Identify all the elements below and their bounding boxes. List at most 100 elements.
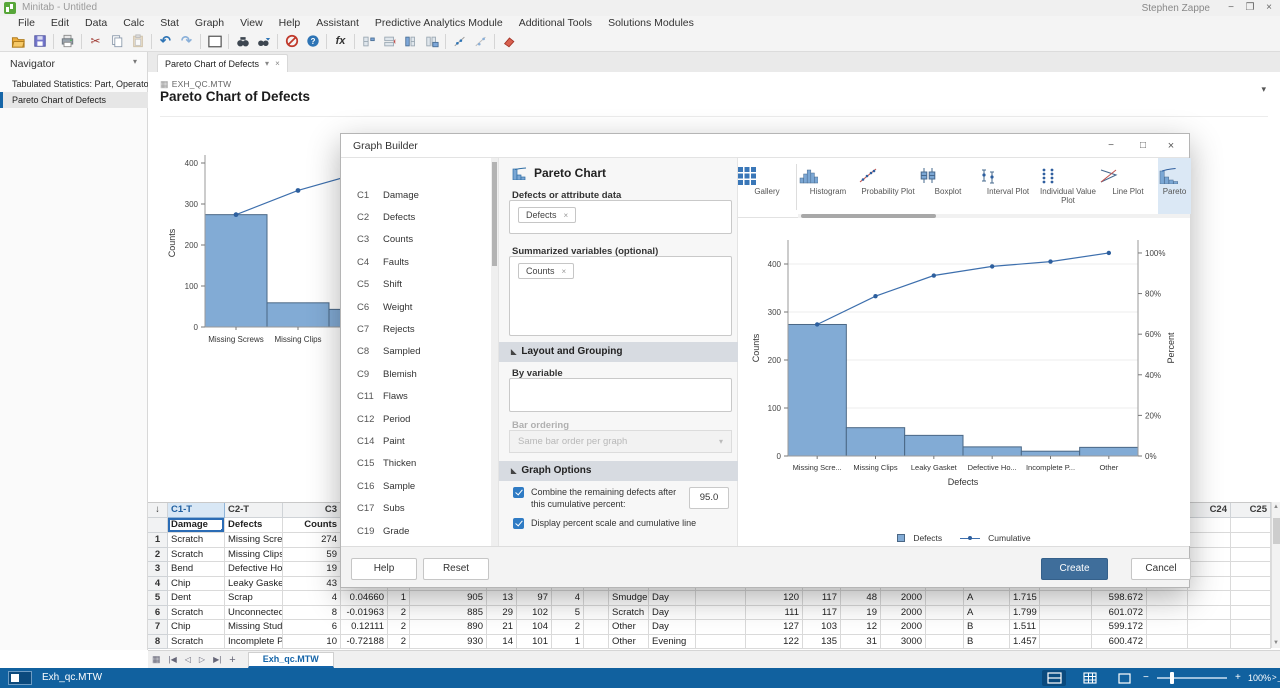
column-item-c7[interactable]: C7Rejects (341, 318, 491, 340)
column-item-c1[interactable]: C1Damage (341, 184, 491, 206)
cell[interactable]: Missing Clips (225, 548, 283, 563)
cell[interactable]: Leaky Gasket (225, 577, 283, 592)
gallery-tab-boxplot[interactable]: Boxplot (918, 158, 978, 214)
cell[interactable]: Other (609, 635, 649, 650)
column-header[interactable]: C3 (283, 503, 341, 518)
insert-columns-icon[interactable] (400, 32, 421, 51)
cell[interactable]: 4 (552, 591, 584, 606)
dialog-minimize-icon[interactable]: − (1101, 138, 1121, 154)
cell[interactable]: Missing Screws (225, 533, 283, 548)
minimize-button[interactable]: − (1222, 1, 1240, 15)
scroll-down-icon[interactable]: ▼ (1272, 640, 1280, 646)
menu-stat[interactable]: Stat (152, 16, 187, 31)
chip-counts[interactable]: Counts× (518, 263, 574, 279)
open-icon[interactable] (8, 32, 29, 51)
menu-predictive-analytics-module[interactable]: Predictive Analytics Module (367, 16, 511, 31)
zoom-out-icon[interactable]: − (1143, 672, 1149, 683)
cell[interactable]: 59 (283, 548, 341, 563)
cell[interactable]: 3 (148, 562, 168, 577)
cell[interactable]: Scratch (168, 548, 225, 563)
cell[interactable]: 43 (283, 577, 341, 592)
cell[interactable]: 104 (517, 620, 552, 635)
cumulative-percent-input[interactable]: 95.0 (689, 487, 729, 509)
cell[interactable]: Day (649, 620, 696, 635)
cell[interactable] (1188, 518, 1231, 533)
zoom-in-icon[interactable]: + (1235, 672, 1241, 683)
insert-formula-icon[interactable]: fx (330, 32, 351, 51)
navigator-dropdown-icon[interactable]: ▾ (133, 57, 137, 66)
cell[interactable] (148, 518, 168, 533)
copy-icon[interactable] (106, 32, 127, 51)
cell[interactable]: 12 (841, 620, 881, 635)
gallery-tab-histogram[interactable]: Histogram (798, 158, 858, 214)
find-replace-icon[interactable] (253, 32, 274, 51)
cell[interactable]: 1 (388, 591, 410, 606)
save-icon[interactable] (29, 32, 50, 51)
gallery-tab-line-plot[interactable]: Line Plot (1098, 158, 1158, 214)
tab-chevron-down-icon[interactable]: ▾ (265, 59, 269, 68)
cell[interactable]: Day (649, 591, 696, 606)
cell[interactable] (1188, 606, 1231, 621)
select-points-icon[interactable] (470, 32, 491, 51)
column-header[interactable]: C1-T (168, 503, 225, 518)
create-button[interactable]: Create (1041, 558, 1108, 580)
cell[interactable]: -0.72188 (341, 635, 388, 650)
cell[interactable]: 19 (841, 606, 881, 621)
menu-edit[interactable]: Edit (43, 16, 77, 31)
column-item-c16[interactable]: C16Sample (341, 475, 491, 497)
cell[interactable] (1188, 533, 1231, 548)
cell[interactable]: Dent (168, 591, 225, 606)
zoom-level[interactable]: 100% (1248, 673, 1271, 683)
cell[interactable]: 2 (388, 606, 410, 621)
cell[interactable]: 1 (552, 635, 584, 650)
cell[interactable]: A (964, 591, 1010, 606)
cell[interactable] (1231, 518, 1271, 533)
column-item-c12[interactable]: C12Period (341, 408, 491, 430)
zoom-slider-track[interactable] (1157, 677, 1227, 679)
cell[interactable]: 599.172 (1092, 620, 1147, 635)
cell[interactable] (1231, 620, 1271, 635)
cell[interactable] (1147, 635, 1188, 650)
first-worksheet-icon[interactable]: |◀ (169, 655, 177, 664)
worksheet-list-icon[interactable]: ▦ (152, 654, 161, 665)
cell[interactable]: Unconnected Wir (225, 606, 283, 621)
scroll-up-icon[interactable]: ▲ (1272, 504, 1280, 510)
menu-calc[interactable]: Calc (115, 16, 152, 31)
cancel-button[interactable]: Cancel (1131, 558, 1191, 580)
cell[interactable]: 1.799 (1010, 606, 1040, 621)
column-item-c8[interactable]: C8Sampled (341, 341, 491, 363)
show-output-pane-icon[interactable] (8, 671, 32, 685)
cell[interactable] (1040, 606, 1092, 621)
previous-worksheet-icon[interactable]: ◁ (185, 655, 191, 664)
restore-button[interactable]: ❐ (1241, 1, 1259, 15)
cell[interactable]: Chip (168, 620, 225, 635)
cell[interactable]: 2 (388, 620, 410, 635)
column-header[interactable]: C24 (1188, 503, 1231, 518)
section-layout-and-grouping[interactable]: ◣Layout and Grouping (499, 342, 739, 362)
menu-graph[interactable]: Graph (187, 16, 232, 31)
cell[interactable]: 8 (283, 606, 341, 621)
cell[interactable]: 598.672 (1092, 591, 1147, 606)
cell[interactable] (1188, 548, 1231, 563)
cell[interactable]: 2000 (881, 591, 926, 606)
cell[interactable]: 1 (148, 533, 168, 548)
cell[interactable]: Chip (168, 577, 225, 592)
cell[interactable]: 4 (283, 591, 341, 606)
column-header[interactable]: ↓ (148, 503, 168, 518)
cell[interactable]: Scratch (168, 533, 225, 548)
section-graph-options[interactable]: ◣Graph Options (499, 461, 739, 481)
gallery-tab-interval-plot[interactable]: Interval Plot (978, 158, 1038, 214)
find-icon[interactable] (232, 32, 253, 51)
cell[interactable] (1188, 591, 1231, 606)
cell[interactable]: 2 (148, 548, 168, 563)
cell[interactable]: -0.01963 (341, 606, 388, 621)
insert-rows-icon[interactable] (379, 32, 400, 51)
checkbox-checked-icon[interactable] (513, 487, 524, 498)
help-button[interactable]: Help (351, 558, 417, 580)
cell[interactable] (1231, 548, 1271, 563)
scrollbar-thumb[interactable] (1273, 518, 1280, 544)
cell[interactable]: 0.04660 (341, 591, 388, 606)
gallery-home-tab[interactable]: Gallery (738, 158, 796, 214)
column-item-c17[interactable]: C17Subs (341, 497, 491, 519)
single-view-icon[interactable] (1112, 670, 1136, 686)
